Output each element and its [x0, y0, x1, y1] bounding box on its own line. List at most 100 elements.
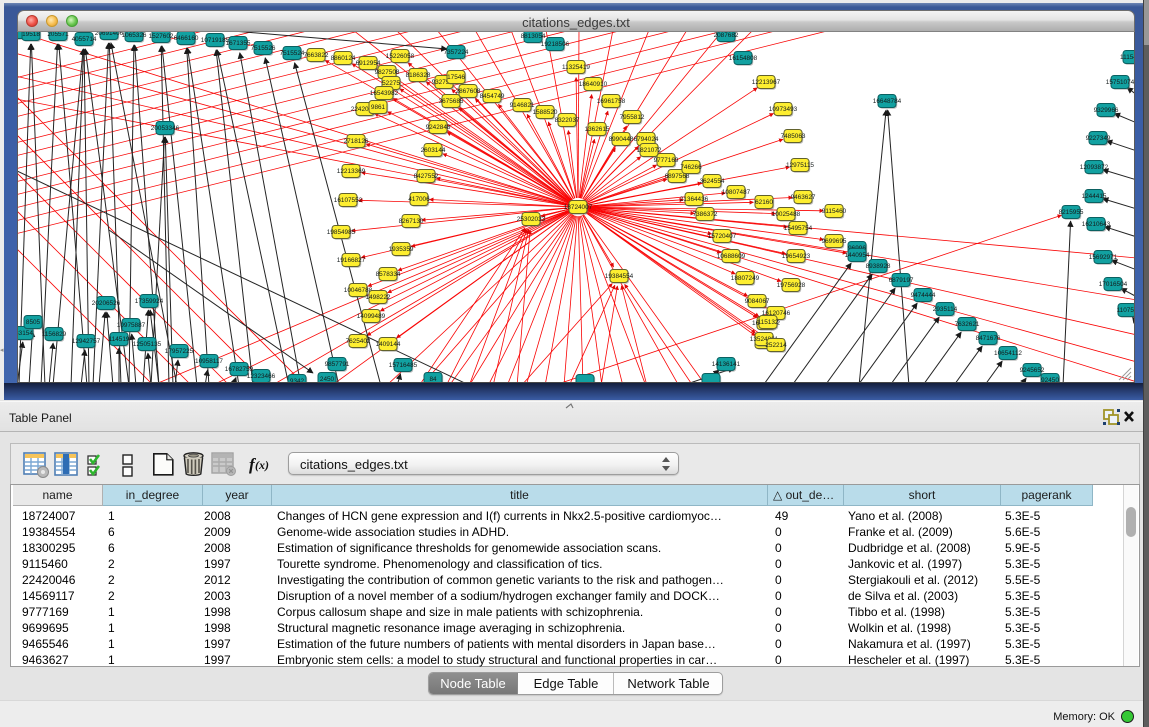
svg-text:1935359: 1935359 [389, 246, 414, 253]
svg-text:7485063: 7485063 [781, 133, 806, 140]
svg-text:3624554: 3624554 [700, 178, 725, 185]
svg-text:1588520: 1588520 [533, 109, 558, 116]
svg-text:2718126: 2718126 [344, 138, 369, 145]
svg-text:9827508: 9827508 [375, 69, 400, 76]
svg-text:6912954: 6912954 [356, 60, 381, 67]
svg-text:10025488: 10025488 [772, 211, 801, 218]
svg-text:20053346: 20053346 [151, 125, 180, 132]
svg-text:6879197: 6879197 [889, 277, 914, 284]
svg-text:2867608: 2867608 [456, 88, 481, 95]
svg-text:9474444: 9474444 [911, 292, 936, 299]
svg-text:16210643: 16210643 [1082, 221, 1111, 228]
svg-text:1440954: 1440954 [845, 252, 870, 259]
svg-text:6794024: 6794024 [634, 136, 659, 143]
svg-text:15692971: 15692971 [1089, 254, 1118, 261]
svg-text:11325419: 11325419 [562, 64, 590, 71]
svg-text:4055714: 4055714 [72, 36, 97, 43]
svg-text:10975887: 10975887 [117, 322, 146, 329]
svg-text:114519: 114519 [109, 336, 130, 343]
svg-text:19518: 19518 [22, 32, 40, 38]
svg-text:84: 84 [429, 376, 437, 383]
svg-text:9115460: 9115460 [822, 208, 847, 215]
svg-text:115132: 115132 [758, 319, 779, 326]
svg-text:1498222: 1498222 [366, 294, 391, 301]
svg-text:17359924: 17359924 [135, 298, 164, 305]
svg-text:2935114: 2935114 [933, 306, 958, 313]
svg-text:19218506: 19218506 [541, 41, 570, 48]
svg-text:12975115: 12975115 [786, 162, 814, 169]
svg-text:92450: 92450 [1041, 377, 1059, 383]
svg-text:205571: 205571 [47, 32, 69, 38]
svg-text:9245652: 9245652 [1020, 367, 1045, 374]
svg-text:17546: 17546 [447, 74, 465, 81]
svg-text:2603144: 2603144 [421, 147, 446, 154]
svg-text:10688609: 10688609 [717, 253, 746, 260]
svg-text:12505135: 12505135 [133, 341, 162, 348]
svg-text:25302033: 25302033 [517, 216, 546, 223]
svg-text:12213967: 12213967 [752, 79, 781, 86]
svg-text:10654112: 10654112 [994, 350, 1022, 357]
svg-text:19854985: 19854985 [327, 229, 356, 236]
svg-text:15716485: 15716485 [389, 362, 418, 369]
svg-text:7515526: 7515526 [251, 45, 276, 52]
svg-text:12213369: 12213369 [337, 168, 366, 175]
svg-text:7357224: 7357224 [444, 49, 469, 56]
svg-text:16782759: 16782759 [225, 366, 254, 373]
svg-text:14136141: 14136141 [712, 361, 741, 368]
svg-text:18724007: 18724007 [564, 204, 593, 211]
svg-text:15495754: 15495754 [784, 225, 813, 232]
svg-text:10046788: 10046788 [344, 287, 373, 294]
svg-text:15751074: 15751074 [1106, 79, 1135, 86]
svg-text:252214: 252214 [765, 342, 787, 349]
svg-text:19654923: 19654923 [782, 253, 811, 260]
svg-text:1115408: 1115408 [1120, 54, 1135, 61]
svg-text:62160: 62160 [755, 199, 773, 206]
svg-text:1362615: 1362615 [585, 126, 610, 133]
svg-text:7955812: 7955812 [620, 114, 645, 121]
svg-text:(x): (x) [255, 458, 269, 472]
svg-text:18807249: 18807249 [731, 275, 760, 282]
svg-text:9227349: 9227349 [1086, 135, 1111, 142]
svg-text:9699695: 9699695 [822, 238, 847, 245]
svg-text:8860124: 8860124 [331, 55, 356, 62]
svg-text:9857791: 9857791 [325, 361, 350, 368]
svg-text:9777169: 9777169 [654, 157, 679, 164]
svg-text:16107552: 16107552 [334, 197, 363, 204]
svg-text:9463627: 9463627 [791, 194, 816, 201]
svg-text:7663822: 7663822 [304, 52, 329, 59]
svg-text:8938928: 8938928 [866, 263, 891, 270]
svg-text:10958117: 10958117 [195, 358, 223, 365]
svg-text:746266: 746266 [680, 164, 702, 171]
svg-text:2087682: 2087682 [714, 32, 739, 39]
svg-text:17016504: 17016504 [1099, 281, 1128, 288]
svg-text:8215955: 8215955 [1059, 209, 1084, 216]
svg-text:6466160: 6466160 [174, 35, 199, 42]
svg-text:16154808: 16154808 [729, 55, 758, 62]
svg-text:1671355: 1671355 [226, 40, 251, 47]
svg-text:15720407: 15720407 [708, 233, 737, 240]
svg-text:1244415: 1244415 [1082, 193, 1107, 200]
svg-text:12942757: 12942757 [72, 338, 101, 345]
svg-text:14099489: 14099489 [357, 313, 386, 320]
svg-text:12323466: 12323466 [247, 373, 276, 380]
svg-text:33154: 33154 [18, 330, 33, 337]
svg-text:7386372: 7386372 [693, 211, 718, 218]
svg-text:9084067: 9084067 [745, 298, 770, 305]
svg-text:8454749: 8454749 [480, 93, 505, 100]
svg-text:2450: 2450 [320, 376, 335, 383]
svg-text:110753: 110753 [1117, 307, 1135, 314]
svg-text:16961758: 16961758 [597, 98, 626, 105]
svg-text:10807487: 10807487 [722, 189, 751, 196]
svg-text:9242848: 9242848 [426, 124, 451, 131]
svg-text:1821072: 1821072 [637, 147, 662, 154]
svg-text:18640910: 18640910 [579, 81, 608, 88]
svg-text:9329966: 9329966 [1094, 107, 1119, 114]
svg-text:8990448: 8990448 [609, 136, 634, 143]
svg-text:1156829: 1156829 [42, 331, 67, 338]
svg-text:12093872: 12093872 [1080, 164, 1109, 171]
svg-text:7625402: 7625402 [346, 338, 371, 345]
svg-text:417006: 417006 [408, 196, 430, 203]
svg-text:16543982: 16543982 [370, 90, 399, 97]
svg-text:19756928: 19756928 [777, 282, 806, 289]
svg-text:8322037: 8322037 [555, 117, 580, 124]
